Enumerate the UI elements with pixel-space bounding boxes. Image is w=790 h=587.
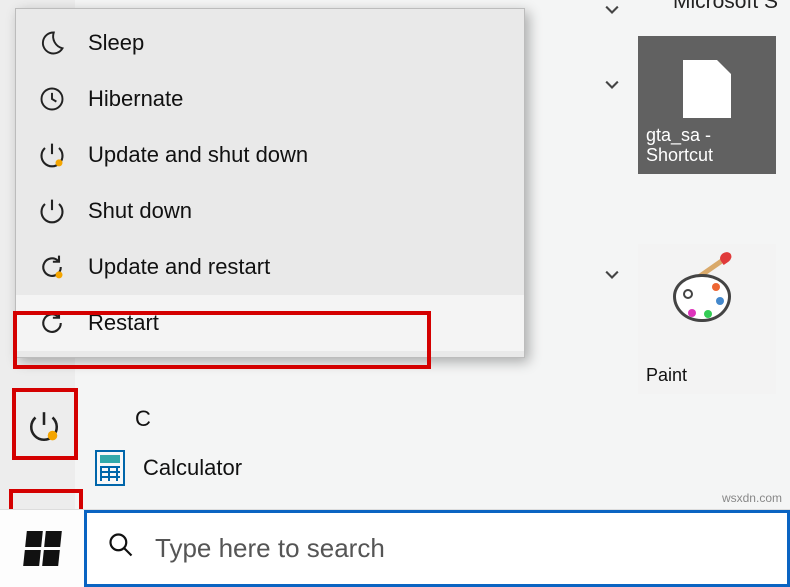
app-list-item-label: Calculator	[143, 455, 242, 481]
start-button[interactable]	[0, 510, 84, 587]
power-menu-update-shutdown[interactable]: Update and shut down	[16, 127, 524, 183]
restart-icon	[38, 309, 66, 337]
power-menu-item-label: Restart	[88, 310, 159, 336]
tile-label: gta_sa - Shortcut	[646, 125, 768, 166]
power-options-menu: Sleep Hibernate Update and shut down Shu…	[15, 8, 525, 358]
tile-gta-sa-shortcut[interactable]: gta_sa - Shortcut	[638, 36, 776, 174]
power-menu-item-label: Shut down	[88, 198, 192, 224]
power-menu-update-restart[interactable]: Update and restart	[16, 239, 524, 295]
chevron-down-icon[interactable]	[602, 0, 622, 26]
power-menu-sleep[interactable]: Sleep	[16, 15, 524, 71]
taskbar: Type here to search	[0, 509, 790, 587]
windows-logo-icon	[23, 531, 62, 566]
power-menu-item-label: Sleep	[88, 30, 144, 56]
paint-icon	[673, 274, 741, 338]
power-update-icon	[27, 409, 61, 443]
power-menu-item-label: Update and shut down	[88, 142, 308, 168]
search-placeholder: Type here to search	[155, 533, 385, 564]
power-menu-shutdown[interactable]: Shut down	[16, 183, 524, 239]
clock-icon	[38, 85, 66, 113]
taskbar-search-box[interactable]: Type here to search	[84, 510, 790, 587]
chevron-down-icon[interactable]	[602, 75, 622, 101]
app-list-item-calculator[interactable]: Calculator	[75, 440, 790, 496]
document-icon	[683, 60, 731, 118]
power-menu-item-label: Update and restart	[88, 254, 270, 280]
moon-icon	[38, 29, 66, 57]
power-update-icon	[38, 141, 66, 169]
search-icon	[107, 531, 135, 566]
rail-power-button[interactable]	[22, 404, 66, 448]
power-menu-restart[interactable]: Restart	[16, 295, 524, 351]
tile-label: Paint	[646, 365, 687, 386]
calculator-icon	[95, 450, 125, 486]
power-icon	[38, 197, 66, 225]
chevron-down-icon[interactable]	[602, 265, 622, 291]
tile-paint[interactable]: Paint	[638, 244, 776, 394]
power-menu-item-label: Hibernate	[88, 86, 183, 112]
watermark-text: wsxdn.com	[722, 491, 782, 505]
restart-update-icon	[38, 253, 66, 281]
power-menu-hibernate[interactable]: Hibernate	[16, 71, 524, 127]
